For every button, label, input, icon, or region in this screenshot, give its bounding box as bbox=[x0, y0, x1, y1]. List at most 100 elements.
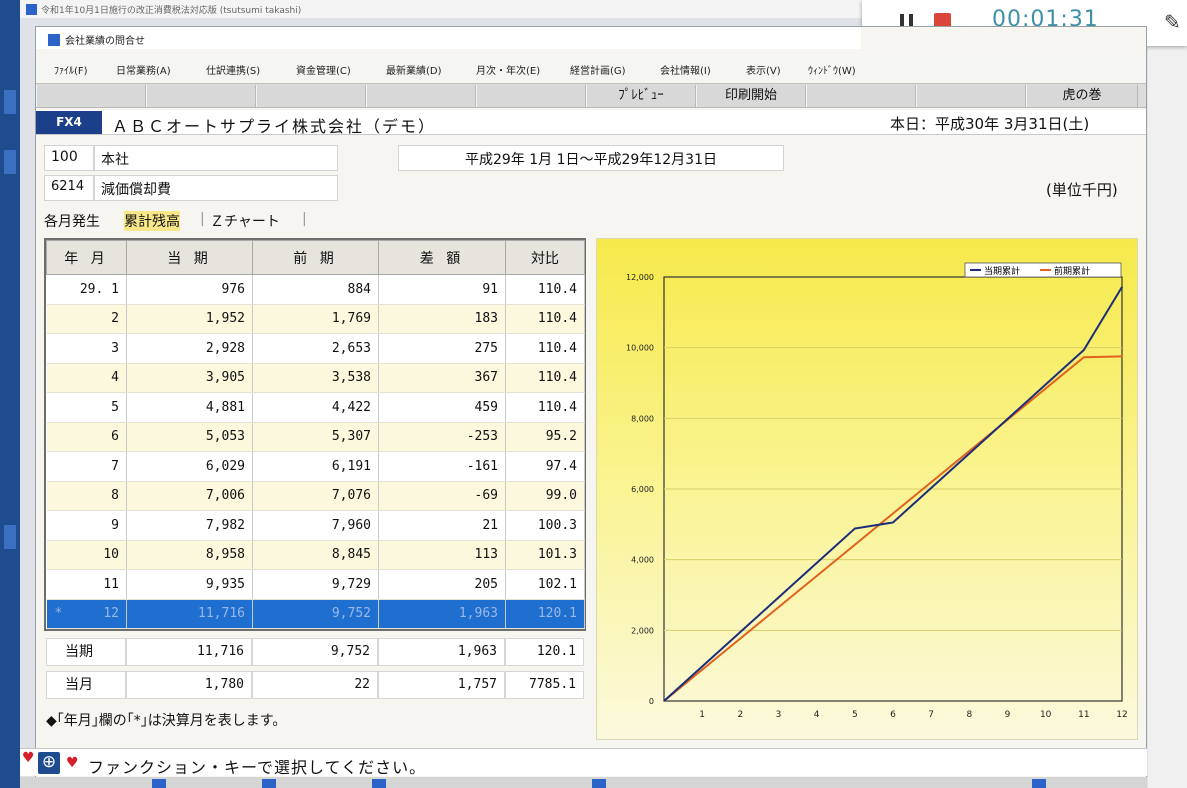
table-row[interactable]: 10 8,958 8,845 113 101.3 bbox=[46, 540, 585, 570]
column-header: 対比 bbox=[505, 240, 585, 275]
fkey-9[interactable] bbox=[916, 85, 1026, 107]
cell-prior: 6,191 bbox=[252, 451, 379, 482]
cell-diff: 183 bbox=[378, 304, 506, 334]
table-row[interactable]: 9 7,982 7,960 21 100.3 bbox=[46, 510, 585, 541]
tab-cumulative[interactable]: 累計残高 bbox=[124, 211, 180, 231]
table-row[interactable]: 8 7,006 7,076 -69 99.0 bbox=[46, 481, 585, 511]
period-field[interactable]: 平成29年 1月 1日～平成29年12月31日 bbox=[398, 145, 784, 171]
table-row[interactable]: 2 1,952 1,769 183 110.4 bbox=[46, 304, 585, 334]
window-title: 会社業績の問合せ bbox=[36, 27, 861, 49]
x-tick-label: 10 bbox=[1040, 710, 1052, 720]
cell-ratio: 110.4 bbox=[505, 274, 585, 305]
summary-prior: 22 bbox=[252, 671, 378, 699]
point-current bbox=[815, 562, 818, 564]
table-row-selected[interactable]: * 12 11,716 9,752 1,963 120.1 bbox=[46, 599, 585, 629]
menu-file[interactable]: ﾌｧｲﾙ(F) bbox=[54, 62, 88, 77]
cell-ratio: 110.4 bbox=[505, 363, 585, 393]
point-prior bbox=[1121, 355, 1123, 358]
fkey-2[interactable] bbox=[146, 85, 256, 107]
table-row[interactable]: 3 2,928 2,653 275 110.4 bbox=[46, 333, 585, 364]
fkey-1[interactable] bbox=[36, 85, 146, 107]
menu-plan[interactable]: 経営計画(G) bbox=[570, 62, 626, 77]
cell-ratio: 101.3 bbox=[505, 540, 585, 570]
tab-monthly[interactable]: 各月発生 bbox=[44, 211, 100, 231]
menu-performance[interactable]: 最新業績(D) bbox=[386, 62, 442, 77]
legend: 当期累計 前期累計 bbox=[964, 262, 1122, 278]
cell-prior: 8,845 bbox=[252, 540, 379, 570]
column-header: 差 額 bbox=[378, 240, 506, 275]
cell-ratio: 97.4 bbox=[505, 451, 585, 482]
point-current bbox=[1083, 349, 1085, 351]
heart-icon: ♥ bbox=[22, 750, 35, 766]
fkey-4[interactable] bbox=[366, 85, 476, 107]
cell-current: 11,716 bbox=[126, 599, 253, 629]
y-axis-ticks: 0 2,000 4,000 6,000 8,000 10,000 12,000 bbox=[626, 273, 654, 706]
pen-icon[interactable]: ✎ bbox=[1164, 10, 1181, 34]
point-current bbox=[1121, 286, 1123, 288]
fkey-8[interactable] bbox=[806, 85, 916, 107]
cell-current: 976 bbox=[126, 274, 253, 305]
column-header: 当 期 bbox=[126, 240, 253, 275]
x-tick-label: 11 bbox=[1078, 710, 1089, 720]
account-code[interactable]: 6214 bbox=[44, 175, 94, 201]
tab-zchart[interactable]: Ｚチャート bbox=[210, 211, 280, 231]
point-prior bbox=[892, 512, 894, 515]
function-key-bar: ﾌﾟﾚﾋﾞｭｰ 印刷開始 虎の巻 bbox=[36, 83, 1146, 108]
fkey-3[interactable] bbox=[256, 85, 366, 107]
table-row[interactable]: 11 9,935 9,729 205 102.1 bbox=[46, 569, 585, 600]
point-current bbox=[777, 596, 780, 599]
menu-view[interactable]: 表示(V) bbox=[746, 62, 781, 77]
x-tick-label: 4 bbox=[814, 710, 820, 720]
department-code[interactable]: 100 bbox=[44, 145, 94, 171]
menu-daily[interactable]: 日常業務(A) bbox=[116, 62, 171, 77]
point-current bbox=[739, 631, 742, 633]
y-tick-label: 0 bbox=[649, 697, 654, 706]
cell-prior: 7,960 bbox=[252, 510, 379, 541]
table-row[interactable]: 6 5,053 5,307 -253 95.2 bbox=[46, 422, 585, 452]
cell-current: 3,905 bbox=[126, 363, 253, 393]
legend-label-current: 当期累計 bbox=[984, 265, 1020, 277]
point-current bbox=[968, 452, 971, 455]
x-tick-label: 6 bbox=[890, 710, 896, 720]
print-button[interactable]: 印刷開始 bbox=[696, 85, 806, 107]
cell-current: 6,029 bbox=[126, 451, 253, 482]
cell-ratio: 110.4 bbox=[505, 304, 585, 334]
today-date: 本日：平成30年 3月31日(土) bbox=[890, 115, 1090, 133]
unit-label: (単位千円) bbox=[1046, 181, 1118, 199]
menu-funds[interactable]: 資金管理(C) bbox=[296, 62, 351, 77]
cell-diff: -253 bbox=[378, 422, 506, 452]
summary-prior: 9,752 bbox=[252, 638, 378, 666]
preview-button[interactable]: ﾌﾟﾚﾋﾞｭｰ bbox=[586, 85, 696, 107]
cell-month: 3 bbox=[46, 333, 127, 364]
menu-window[interactable]: ｳｨﾝﾄﾞｳ(W) bbox=[808, 62, 856, 77]
status-message: ファンクション・キーで選択してください。 bbox=[88, 758, 427, 777]
cell-current: 4,881 bbox=[126, 392, 253, 423]
menu-journal[interactable]: 仕訳連携(S) bbox=[206, 62, 260, 77]
cell-current: 2,928 bbox=[126, 333, 253, 364]
cell-month: * 12 bbox=[46, 599, 127, 629]
cell-prior: 9,752 bbox=[252, 599, 379, 629]
fkey-5[interactable] bbox=[476, 85, 586, 107]
point-current bbox=[701, 665, 703, 668]
cumulative-line-chart: 02,0004,0006,0008,00010,00012,000 123456… bbox=[626, 262, 1128, 720]
cell-month: 2 bbox=[46, 304, 127, 334]
cell-diff: 1,963 bbox=[378, 599, 506, 629]
table-row[interactable]: 29. 1 976 884 91 110.4 bbox=[46, 274, 585, 305]
cell-ratio: 110.4 bbox=[505, 392, 585, 423]
table-row[interactable]: 7 6,029 6,191 -161 97.4 bbox=[46, 451, 585, 482]
table-row[interactable]: 5 4,881 4,422 459 110.4 bbox=[46, 392, 585, 423]
tora-button[interactable]: 虎の巻 bbox=[1026, 85, 1138, 107]
department-name[interactable]: 本社 bbox=[94, 145, 338, 171]
summary-row: 当期 11,716 9,752 1,963 120.1 bbox=[44, 638, 586, 666]
cell-diff: 21 bbox=[378, 510, 506, 541]
account-name[interactable]: 減価償却費 bbox=[94, 175, 338, 201]
menu-company[interactable]: 会社情報(I) bbox=[660, 62, 711, 77]
crosshair-icon[interactable]: ⊕ bbox=[38, 752, 60, 774]
cell-month: 29. 1 bbox=[46, 274, 127, 305]
point-prior bbox=[739, 637, 742, 640]
table-row[interactable]: 4 3,905 3,538 367 110.4 bbox=[46, 363, 585, 393]
cell-ratio: 100.3 bbox=[505, 510, 585, 541]
x-tick-label: 5 bbox=[852, 710, 858, 720]
data-table: 年 月 当 期 前 期 差 額 対比 29. 1 976 884 91 110.4 21… bbox=[44, 238, 586, 631]
menu-monthly[interactable]: 月次・年次(E) bbox=[476, 62, 540, 77]
